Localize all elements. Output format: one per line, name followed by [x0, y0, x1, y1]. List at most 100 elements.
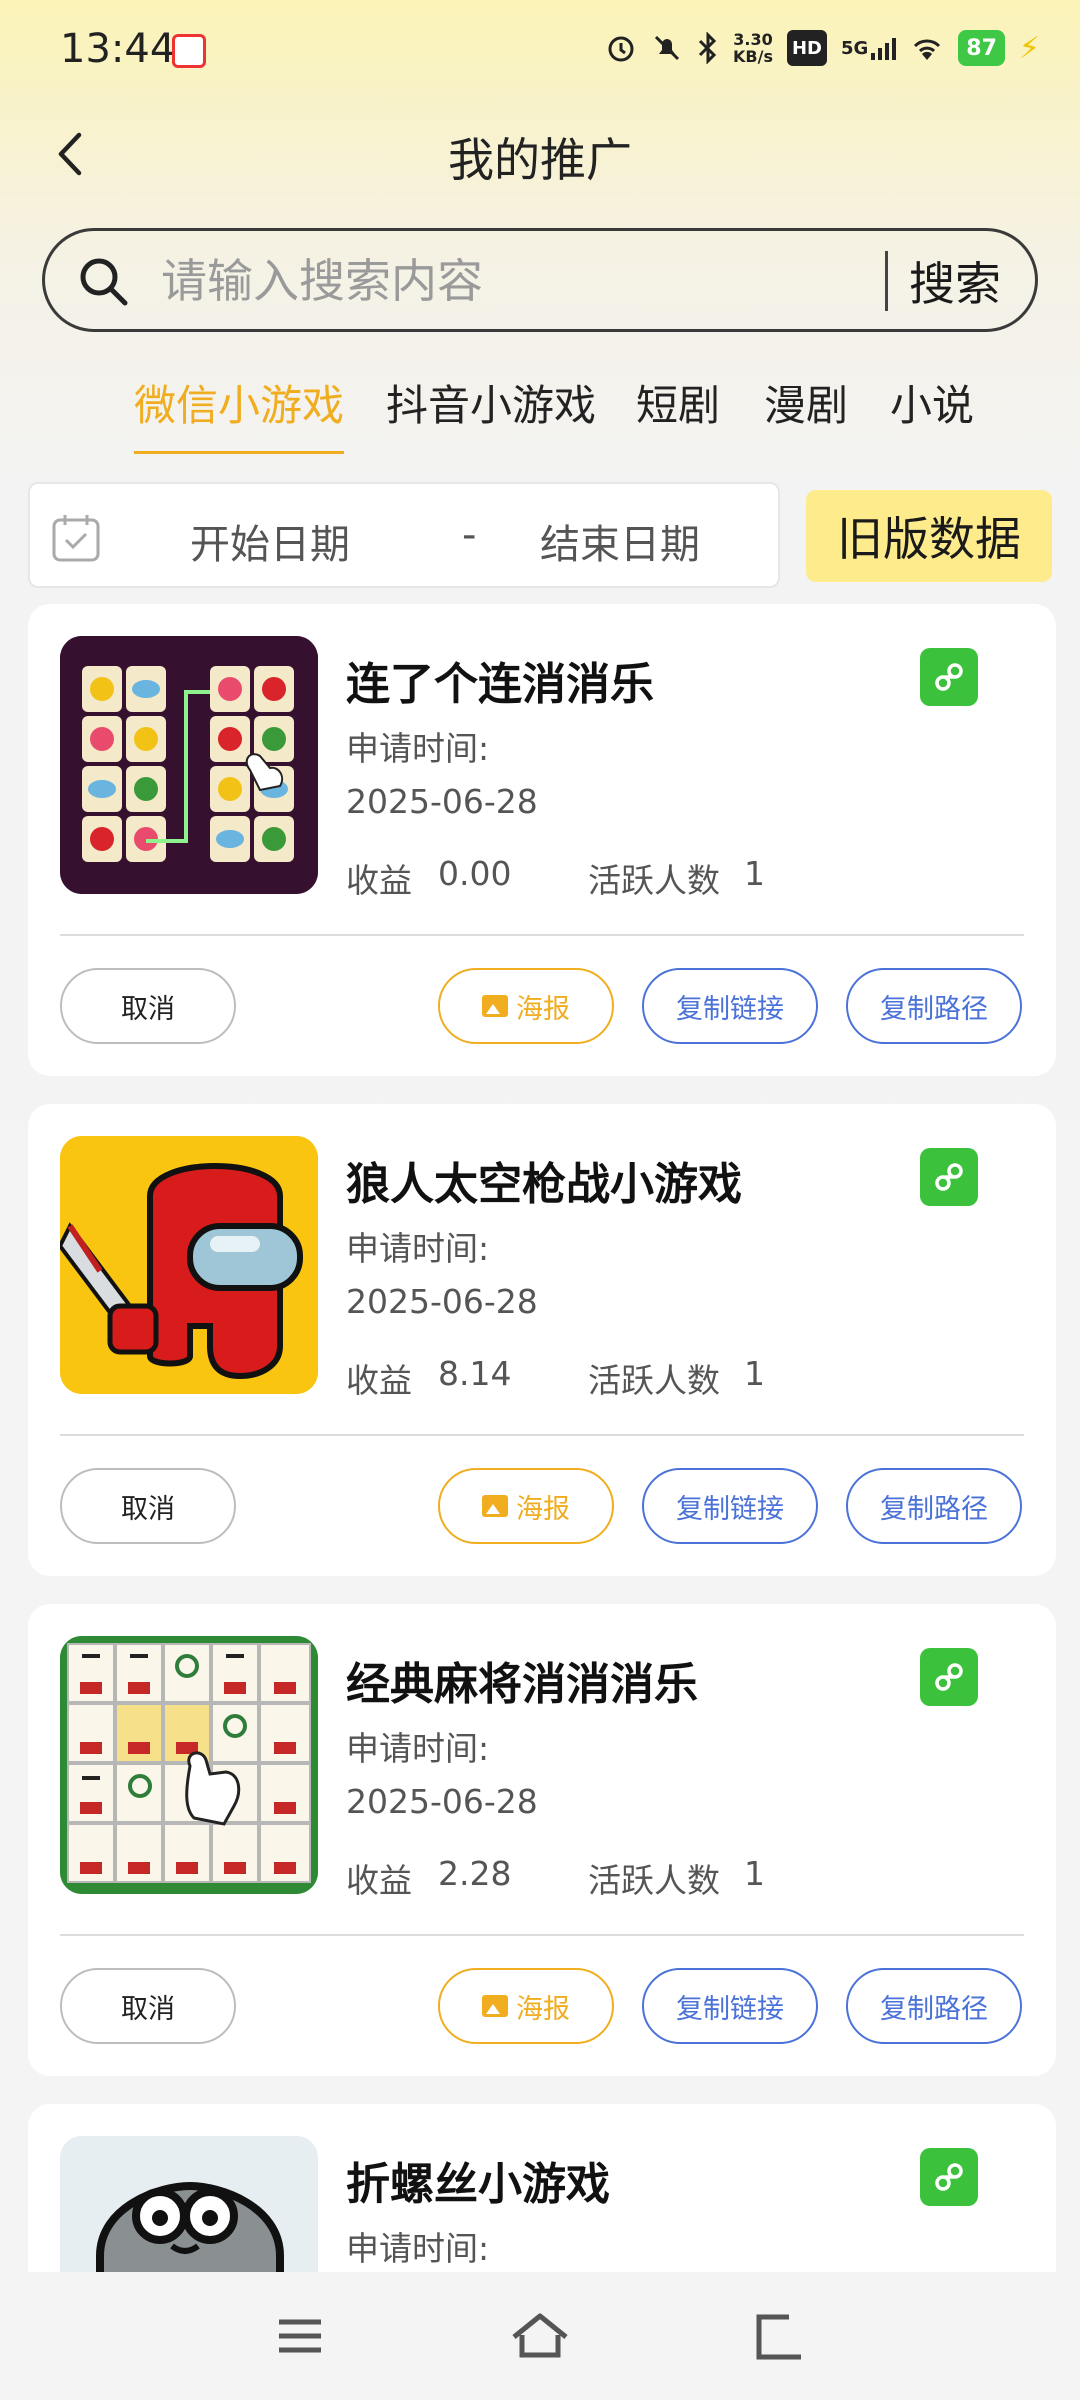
card-divider — [60, 1934, 1024, 1936]
status-time: 13:44 — [60, 26, 176, 72]
game-card: 经典麻将消消消乐 申请时间: 2025-06-28 收益 2.28 活跃人数 1… — [28, 1604, 1056, 2076]
earnings-value: 2.28 — [438, 1854, 512, 1893]
game-thumbnail-crewmate[interactable] — [60, 1136, 318, 1394]
page-title: 我的推广 — [448, 133, 632, 187]
start-date-field[interactable]: 开始日期 — [190, 512, 350, 570]
active-users-value: 1 — [744, 1354, 765, 1393]
search-button[interactable]: 搜索 — [909, 245, 1001, 317]
apply-time-label: 申请时间: — [346, 2229, 490, 2268]
game-title: 经典麻将消消消乐 — [346, 1659, 698, 1710]
category-tabs: 微信小游戏 抖音小游戏 短剧 漫剧 小说 — [0, 372, 1080, 454]
mini-program-link-icon[interactable] — [920, 1648, 978, 1706]
game-title: 狼人太空枪战小游戏 — [346, 1159, 742, 1210]
end-date-field[interactable]: 结束日期 — [540, 512, 700, 570]
search-divider — [885, 251, 888, 311]
active-users-value: 1 — [744, 854, 765, 893]
tab-douyin-games[interactable]: 抖音小游戏 — [386, 372, 596, 452]
date-separator: - — [462, 512, 477, 558]
game-thumbnail-mahjong[interactable] — [60, 1636, 318, 1894]
cancel-button[interactable]: 取消 — [60, 968, 236, 1044]
game-card: 连了个连消消乐 申请时间: 2025-06-28 收益 0.00 活跃人数 1 … — [28, 604, 1056, 1076]
status-icons: 3.30 KB/s HD 5G 87 ⚡ — [605, 30, 1040, 66]
signal-label: 5G — [840, 37, 869, 59]
calendar-icon — [48, 510, 104, 566]
copy-path-button[interactable]: 复制路径 — [846, 968, 1022, 1044]
home-button[interactable] — [510, 2306, 570, 2366]
status-bar: 13:44 3.30 KB/s HD 5G 87 ⚡ — [0, 0, 1080, 100]
search-input[interactable] — [161, 245, 901, 317]
earnings-label: 收益 — [346, 1861, 412, 1900]
battery-indicator: 87 — [958, 30, 1005, 66]
old-data-button[interactable]: 旧版数据 — [806, 490, 1052, 582]
poster-label: 海报 — [516, 1493, 570, 1525]
copy-path-button[interactable]: 复制路径 — [846, 1968, 1022, 2044]
back-icon — [756, 2314, 801, 2360]
image-icon — [482, 1995, 508, 2017]
copy-link-button[interactable]: 复制链接 — [642, 968, 818, 1044]
poster-button[interactable]: 海报 — [438, 1468, 614, 1544]
poster-label: 海报 — [516, 993, 570, 1025]
image-icon — [482, 1495, 508, 1517]
copy-link-button[interactable]: 复制链接 — [642, 1468, 818, 1544]
active-users-label: 活跃人数 — [588, 1861, 720, 1900]
net-speed-unit: KB/s — [733, 47, 773, 66]
apply-time-label: 申请时间: — [346, 729, 490, 768]
hd-badge: HD — [786, 30, 827, 66]
header: 我的推广 — [0, 110, 1080, 200]
poster-button[interactable]: 海报 — [438, 1968, 614, 2044]
tab-wechat-games[interactable]: 微信小游戏 — [134, 372, 345, 454]
poster-button[interactable]: 海报 — [438, 968, 614, 1044]
net-speed: 3.30 KB/s — [733, 30, 773, 66]
cancel-button[interactable]: 取消 — [60, 1468, 236, 1544]
tab-novel[interactable]: 小说 — [890, 372, 974, 452]
tab-label: 抖音小游戏 — [386, 381, 597, 430]
app-notification-icon — [172, 34, 206, 68]
signal-icon: 5G — [840, 30, 897, 66]
card-divider — [60, 934, 1024, 936]
mute-icon — [651, 30, 683, 66]
tab-short-drama[interactable]: 短剧 — [636, 372, 720, 452]
tab-label: 小说 — [890, 381, 975, 430]
tab-label: 微信小游戏 — [134, 381, 345, 430]
cancel-button[interactable]: 取消 — [60, 1968, 236, 2044]
apply-date: 2025-06-28 — [346, 1782, 538, 1821]
image-icon — [482, 995, 508, 1017]
search-bar: 搜索 — [42, 228, 1038, 332]
bluetooth-icon — [697, 30, 719, 66]
game-thumbnail-onet[interactable] — [60, 636, 318, 894]
tab-comic-drama[interactable]: 漫剧 — [764, 372, 848, 452]
date-range-picker[interactable]: 开始日期 - 结束日期 — [28, 482, 780, 588]
tab-label: 短剧 — [636, 381, 721, 430]
mini-program-link-icon[interactable] — [920, 2148, 978, 2206]
apply-time-label: 申请时间: — [346, 1729, 490, 1768]
apply-date: 2025-06-28 — [346, 782, 538, 821]
game-card: 狼人太空枪战小游戏 申请时间: 2025-06-28 收益 8.14 活跃人数 … — [28, 1104, 1056, 1576]
earnings-label: 收益 — [346, 1361, 412, 1400]
tab-label: 漫剧 — [764, 381, 849, 430]
game-thumbnail-screw[interactable] — [60, 2136, 318, 2272]
active-users-label: 活跃人数 — [588, 1361, 720, 1400]
back-nav-button[interactable] — [750, 2306, 810, 2366]
apply-time-label: 申请时间: — [346, 1229, 490, 1268]
copy-link-button[interactable]: 复制链接 — [642, 1968, 818, 2044]
card-divider — [60, 1434, 1024, 1436]
mini-program-link-icon[interactable] — [920, 648, 978, 706]
active-users-label: 活跃人数 — [588, 861, 720, 900]
alarm-icon — [605, 30, 637, 66]
earnings-value: 8.14 — [438, 1354, 512, 1393]
system-nav-bar — [0, 2272, 1080, 2400]
mini-program-link-icon[interactable] — [920, 1148, 978, 1206]
menu-icon — [279, 2319, 321, 2353]
wifi-icon — [910, 30, 944, 66]
home-icon — [512, 2313, 568, 2358]
active-users-value: 1 — [744, 1854, 765, 1893]
search-icon — [77, 255, 131, 309]
game-title: 连了个连消消乐 — [346, 659, 654, 710]
poster-label: 海报 — [516, 1993, 570, 2025]
apply-date: 2025-06-28 — [346, 1282, 538, 1321]
earnings-value: 0.00 — [438, 854, 512, 893]
menu-button[interactable] — [270, 2306, 330, 2366]
copy-path-button[interactable]: 复制路径 — [846, 1468, 1022, 1544]
game-title: 折螺丝小游戏 — [346, 2159, 610, 2210]
earnings-label: 收益 — [346, 861, 412, 900]
